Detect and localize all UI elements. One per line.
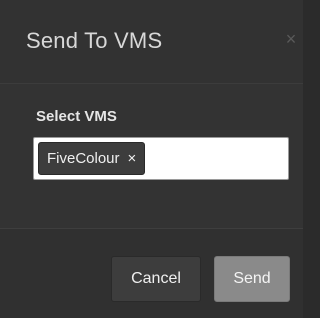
dialog-header: Send To VMS × [0, 0, 303, 84]
vms-select-input[interactable]: FiveColour × [33, 137, 289, 180]
dialog-body: Select VMS FiveColour × [0, 84, 303, 229]
dialog-footer: Cancel Send [0, 229, 303, 318]
cancel-button[interactable]: Cancel [111, 256, 201, 302]
send-button[interactable]: Send [214, 256, 290, 302]
select-vms-label: Select VMS [36, 108, 117, 125]
remove-tag-icon[interactable]: × [128, 151, 137, 166]
dialog-title: Send To VMS [26, 28, 163, 53]
send-to-vms-dialog: Send To VMS × Select VMS FiveColour × Ca… [0, 0, 303, 318]
selected-vms-tag: FiveColour × [38, 142, 146, 175]
close-icon[interactable]: × [283, 30, 299, 48]
selected-vms-tag-label: FiveColour [47, 150, 120, 167]
